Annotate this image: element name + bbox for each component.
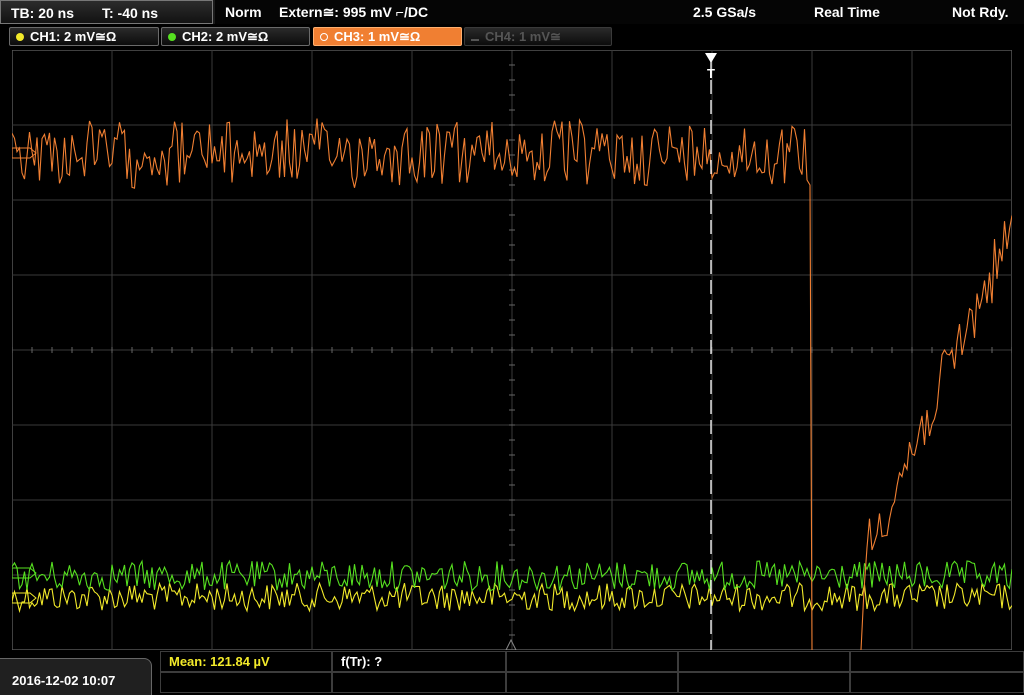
measurement-empty-cell [506,672,678,693]
trigger-position-label: T: -40 ns [102,5,159,21]
channel-button-ch1[interactable]: CH1: 2 mV≅Ω [9,27,159,46]
measurement-table[interactable]: Mean: 121.84 µV f(Tr): ? [160,651,1024,695]
channel-label: CH2: 2 mV≅Ω [182,29,269,44]
channel-dot-icon [168,33,176,41]
date-time-box: 2016-12-02 10:07 [0,658,152,695]
channel-button-ch3[interactable]: CH3: 1 mV≅Ω [313,27,462,46]
timebase-box[interactable]: TB: 20 ns T: -40 ns [0,0,213,24]
top-status-bar: TB: 20 ns T: -40 ns Norm Extern≅: 995 mV… [0,0,1024,24]
measurement-empty-cell [850,672,1024,693]
measurement-mean[interactable]: Mean: 121.84 µV [160,651,332,672]
channel-label: CH1: 2 mV≅Ω [30,29,117,44]
channel-label: CH4: 1 mV≅ [485,29,561,44]
sample-rate: 2.5 GSa/s [693,4,757,20]
measurement-rise-frequency[interactable]: f(Tr): ? [332,651,506,672]
channel-bar: CH1: 2 mV≅Ω CH2: 2 mV≅Ω CH3: 1 mV≅Ω CH4:… [0,24,1024,48]
channel-dot-icon [16,33,24,41]
trigger-marker-label: T [707,66,715,81]
measurement-empty-cell [678,672,850,693]
measurement-empty-cell [506,651,678,672]
channel-button-ch2[interactable]: CH2: 2 mV≅Ω [161,27,310,46]
channel-button-ch4[interactable]: CH4: 1 mV≅ [464,27,612,46]
channel-label: CH3: 1 mV≅Ω [334,29,421,44]
acquisition-mode: Real Time [814,4,880,20]
measurement-empty-cell [332,672,506,693]
channel-dot-icon [471,39,479,41]
channel-dot-icon [320,33,328,41]
trigger-mode[interactable]: Norm [225,4,262,20]
run-state: Not Rdy. [952,4,1009,20]
measurement-empty-cell [850,651,1024,672]
waveform-display[interactable]: T [12,50,1012,650]
date-time: 2016-12-02 10:07 [12,673,116,688]
timebase-label: TB: 20 ns [11,5,75,21]
trigger-source[interactable]: Extern≅: 995 mV ⌐/DC [279,4,428,21]
measurement-empty-cell [160,672,332,693]
measurement-empty-cell [678,651,850,672]
status-area: Norm Extern≅: 995 mV ⌐/DC 2.5 GSa/s Real… [215,0,1024,24]
